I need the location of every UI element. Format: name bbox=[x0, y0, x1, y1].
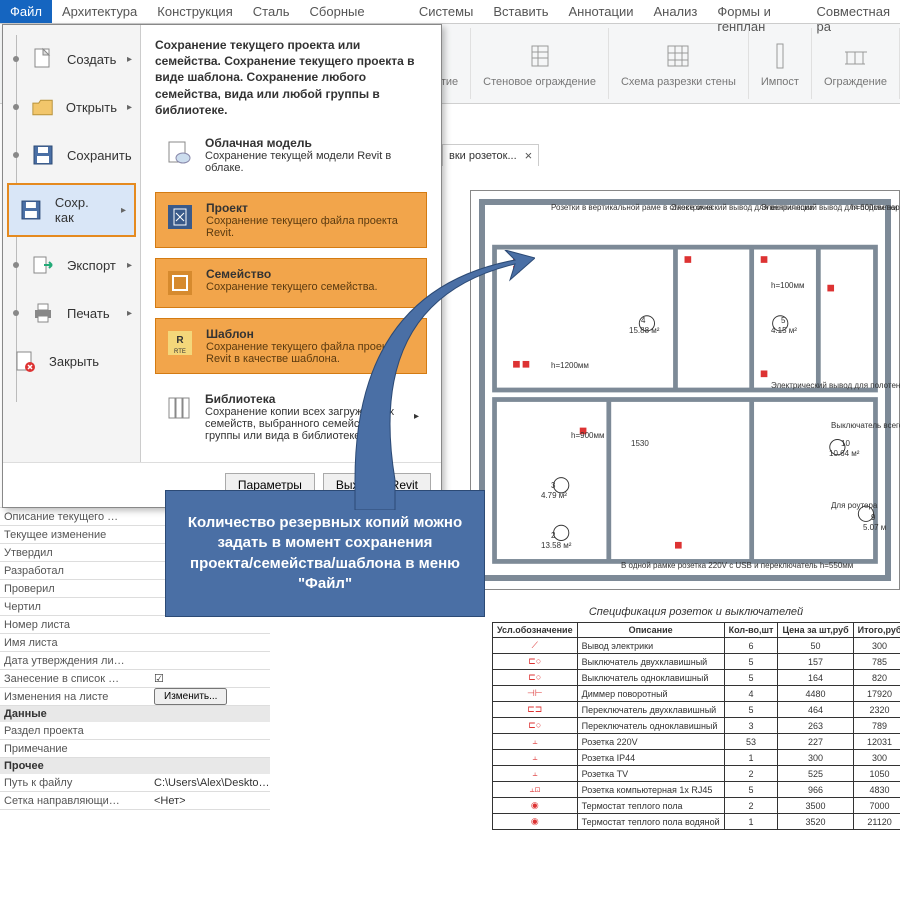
fm-export[interactable]: Экспорт▸ bbox=[3, 241, 140, 289]
sched-row: ⫠Розетка TV25251050Legra bbox=[493, 766, 900, 782]
drawing-label: 10 bbox=[841, 439, 850, 448]
sched-header: Цена за шт,руб bbox=[778, 623, 853, 638]
prop-row[interactable]: Сетка направляющи…<Нет> bbox=[0, 792, 270, 810]
fm-save[interactable]: Сохранить bbox=[3, 131, 140, 179]
prop-row[interactable]: Имя листа bbox=[0, 634, 270, 652]
drawing-label: 9 bbox=[871, 513, 875, 522]
floorplan-svg bbox=[485, 205, 885, 575]
sched-header: Описание bbox=[577, 623, 724, 638]
rp-curtain-wall[interactable]: Стеновое ограждение bbox=[471, 28, 609, 99]
callout: Количество резервных копий можно задать … bbox=[165, 490, 485, 617]
ribbon-tabs: Файл Архитектура Конструкция Сталь Сборн… bbox=[0, 0, 900, 24]
callout-arrow bbox=[335, 250, 535, 510]
sched-row: ⊏○Переключатель одноклавишный3263789Legr… bbox=[493, 718, 900, 734]
drawing-label: 4 bbox=[641, 316, 645, 325]
rp-curtain-grid[interactable]: Схема разрезки стены bbox=[609, 28, 749, 99]
prop-row[interactable]: Путь к файлуC:\Users\Alex\Deskto… bbox=[0, 774, 270, 792]
drawing-label: 4.79 м² bbox=[541, 491, 567, 500]
sched-header: Кол-во,шт bbox=[724, 623, 778, 638]
drawing-label: Электрический вывод для полотенцесушител… bbox=[771, 381, 900, 390]
sched-row: ⊣⊢Диммер поворотный4448017920Legra bbox=[493, 686, 900, 702]
fm-saveas[interactable]: Сохр. как▸ bbox=[7, 183, 136, 237]
drawing-label: 5 bbox=[781, 316, 785, 325]
document-tab[interactable]: вки розеток...× bbox=[442, 144, 539, 166]
fm-close[interactable]: Закрыть bbox=[3, 337, 140, 385]
tab-steel[interactable]: Сталь bbox=[243, 0, 300, 23]
sched-row: ⟋Вывод электрики650300 bbox=[493, 638, 900, 654]
tab-architecture[interactable]: Архитектура bbox=[52, 0, 147, 23]
file-menu-left: Создать▸ Открыть▸ Сохранить Сохр. как▸ Э… bbox=[3, 25, 141, 462]
drawing-label: 1530 bbox=[631, 439, 649, 448]
tab-massing[interactable]: Формы и генплан bbox=[707, 0, 806, 23]
sched-row: ⫠Розетка 220V5322712031Legra bbox=[493, 734, 900, 750]
props-cat-other: Прочее bbox=[0, 758, 270, 774]
drawing-label: 3 bbox=[551, 481, 555, 490]
edit-button[interactable]: Изменить... bbox=[154, 688, 227, 705]
rp-railing[interactable]: Ограждение bbox=[812, 28, 900, 99]
tab-file[interactable]: Файл bbox=[0, 0, 52, 23]
prop-row[interactable]: Занесение в список …☑ bbox=[0, 670, 270, 688]
drawing-label: Для роутера bbox=[831, 501, 877, 510]
schedule-table: Усл.обозначениеОписаниеКол-во,штЦена за … bbox=[492, 622, 900, 830]
fm-description: Сохранение текущего проекта или семейств… bbox=[155, 37, 427, 118]
drawing-label: 5.07 м bbox=[863, 523, 886, 532]
sub-cloud[interactable]: Облачная модельСохранение текущей модели… bbox=[155, 128, 427, 182]
sched-row: ⊏○Выключатель одноклавишный5164820Legra bbox=[493, 670, 900, 686]
tab-precast[interactable]: Сборные элементы bbox=[300, 0, 409, 23]
fm-print[interactable]: Печать▸ bbox=[3, 289, 140, 337]
sched-row: ⫠Розетка IP441300300Legra bbox=[493, 750, 900, 766]
drawing-label: h=1200мм bbox=[551, 361, 589, 370]
sched-row: ◉Термостат теплого пола235007000Legra bbox=[493, 798, 900, 814]
fm-new[interactable]: Создать▸ bbox=[3, 35, 140, 83]
drawing-label: 13.58 м² bbox=[541, 541, 571, 550]
tab-structure[interactable]: Конструкция bbox=[147, 0, 242, 23]
svg-text:RTE: RTE bbox=[174, 349, 186, 355]
drawing-label: h=600мм вар.пане bbox=[851, 203, 900, 212]
floorplan bbox=[479, 199, 891, 581]
fm-open[interactable]: Открыть▸ bbox=[3, 83, 140, 131]
prop-row[interactable]: Дата утверждения ли… bbox=[0, 652, 270, 670]
drawing-label: 2 bbox=[551, 531, 555, 540]
sched-header: Усл.обозначение bbox=[493, 623, 578, 638]
schedule-title: Спецификация розеток и выключателей bbox=[492, 606, 900, 618]
prop-row[interactable]: Примечание bbox=[0, 740, 270, 758]
drawing-label: 4.15 м² bbox=[771, 326, 797, 335]
drawing-label: В одной рамке розетка 220V с USB и перек… bbox=[621, 561, 853, 570]
tab-analyze[interactable]: Анализ bbox=[643, 0, 707, 23]
prop-row[interactable]: Номер листа bbox=[0, 616, 270, 634]
schedule: Спецификация розеток и выключателей Усл.… bbox=[492, 606, 900, 830]
sched-row: ⊏⊐Переключатель двухклавишный54642320Leg… bbox=[493, 702, 900, 718]
prop-row[interactable]: Изменения на листеИзменить... bbox=[0, 688, 270, 706]
drawing-label: Выключатель всего bbox=[831, 421, 900, 430]
tab-annotate[interactable]: Аннотации bbox=[558, 0, 643, 23]
sched-row: ⊏○Выключатель двухклавишный5157785Legra bbox=[493, 654, 900, 670]
close-tab-icon[interactable]: × bbox=[525, 148, 533, 163]
props-cat-data: Данные bbox=[0, 706, 270, 722]
rp-mullion[interactable]: Импост bbox=[749, 28, 812, 99]
drawing-label: 10.64 м² bbox=[829, 449, 859, 458]
sched-row: ⫠⊡Розетка компьютерная 1x RJ4559664830Le… bbox=[493, 782, 900, 798]
sched-row: ◉Термостат теплого пола водяной135202112… bbox=[493, 814, 900, 830]
drawing-label: h=100мм bbox=[771, 281, 804, 290]
tab-collab[interactable]: Совместная ра bbox=[807, 0, 900, 23]
tab-systems[interactable]: Системы bbox=[409, 0, 483, 23]
tab-insert[interactable]: Вставить bbox=[483, 0, 558, 23]
sched-header: Итого,руб bbox=[853, 623, 900, 638]
prop-row[interactable]: Раздел проекта bbox=[0, 722, 270, 740]
sub-project[interactable]: ПроектСохранение текущего файла проекта … bbox=[155, 192, 427, 248]
drawing-label: 15.88 м² bbox=[629, 326, 659, 335]
drawing-label: h=900мм bbox=[571, 431, 604, 440]
svg-text:R: R bbox=[176, 335, 184, 346]
